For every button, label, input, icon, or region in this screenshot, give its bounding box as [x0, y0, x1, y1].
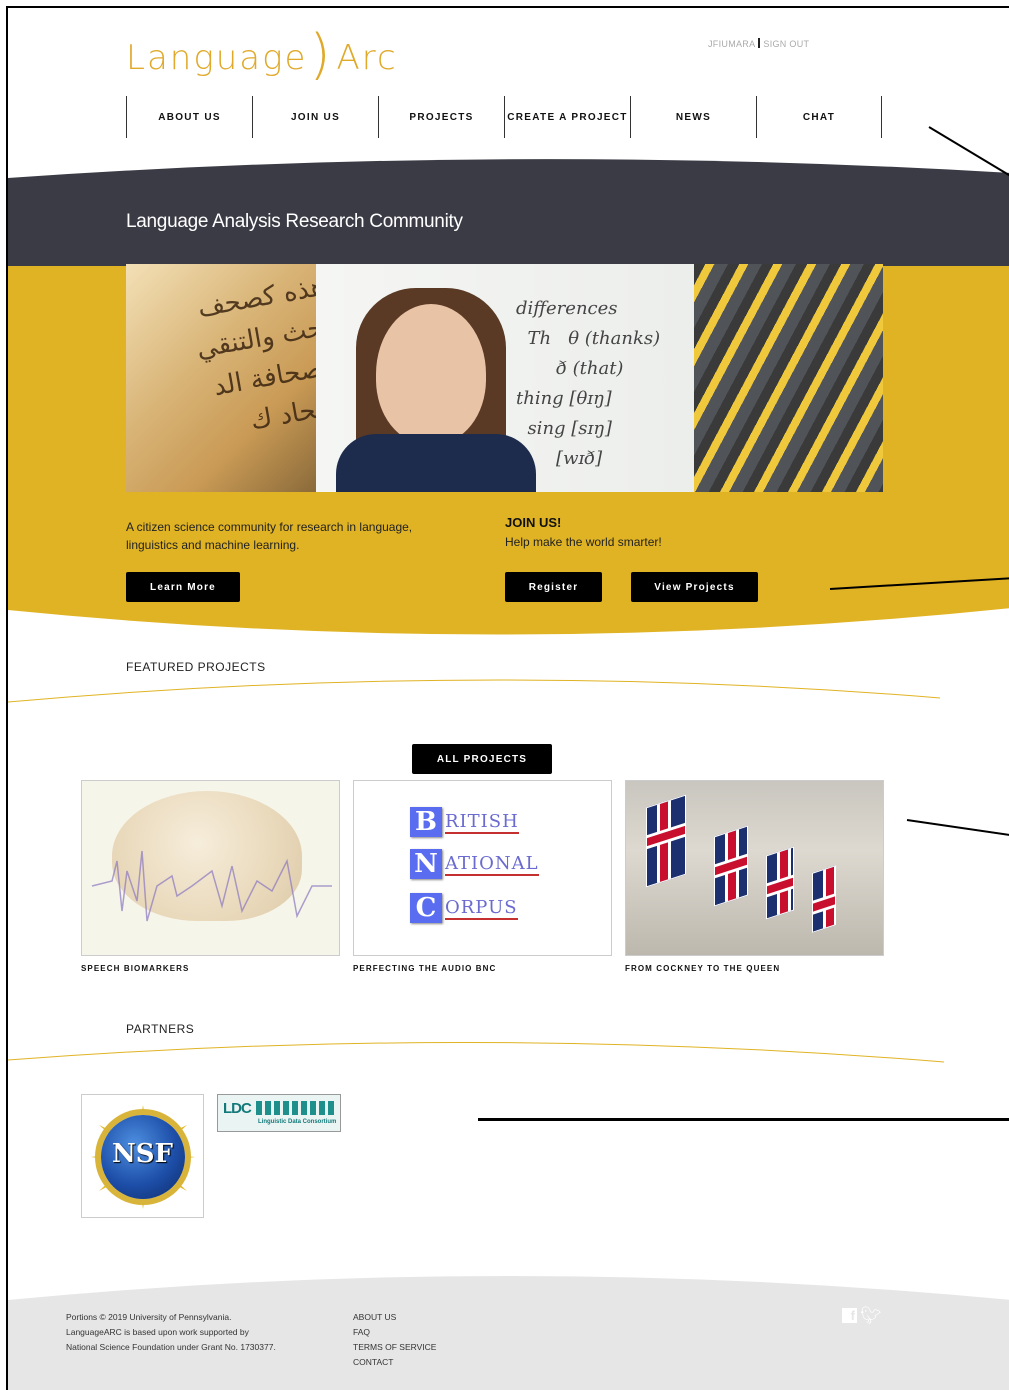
nsf-logo-text: NSF	[111, 1139, 173, 1169]
partners-divider	[8, 1041, 945, 1063]
user-bar-separator	[758, 38, 761, 48]
sign-out-link[interactable]: SIGN OUT	[763, 39, 809, 49]
crowd-crosswalk-image	[694, 264, 883, 492]
logo-text-arc: Arc	[336, 38, 398, 78]
join-us-heading: JOIN US!	[505, 515, 562, 530]
join-us-subtitle: Help make the world smarter!	[505, 535, 662, 549]
teacher-body-shape	[336, 434, 536, 492]
footer-links: ABOUT US FAQ TERMS OF SERVICE CONTACT	[353, 1310, 436, 1370]
all-projects-button[interactable]: ALL PROJECTS	[412, 744, 552, 774]
nav-create-project[interactable]: CREATE A PROJECT	[504, 96, 630, 138]
main-nav: ABOUT US JOIN US PROJECTS CREATE A PROJE…	[126, 96, 890, 138]
footer-link-terms[interactable]: TERMS OF SERVICE	[353, 1340, 436, 1355]
ldc-logo-mark: LDC	[223, 1100, 252, 1117]
project-card-speech-biomarkers[interactable]	[81, 780, 340, 956]
language-arc-logo[interactable]: Language ) Arc	[126, 23, 398, 86]
union-jack-flag	[714, 825, 748, 907]
ldc-logo-bars	[256, 1101, 336, 1115]
bnc-letter-c: C	[410, 893, 442, 923]
annotation-line	[906, 819, 1009, 837]
featured-projects-heading: FEATURED PROJECTS	[126, 660, 266, 674]
project-title-audio-bnc[interactable]: PERFECTING THE AUDIO BNC	[353, 964, 496, 973]
union-jack-flag	[812, 865, 836, 933]
whiteboard-text: differences Th θ (thanks) ð (that) thing…	[516, 298, 661, 469]
hero-description: A citizen science community for research…	[126, 520, 413, 552]
annotation-line	[478, 1118, 1009, 1121]
twitter-icon[interactable]: 🐦︎	[860, 1307, 882, 1324]
bnc-row-corpus: C ORPUS	[410, 893, 518, 923]
nav-join-us[interactable]: JOIN US	[252, 96, 378, 138]
nav-about-us[interactable]: ABOUT US	[126, 96, 252, 138]
bnc-rest-ational: ATIONAL	[445, 852, 539, 876]
social-icons: f 🐦︎	[842, 1307, 882, 1324]
username-link[interactable]: JFIUMARA	[708, 39, 755, 49]
bnc-rest-orpus: ORPUS	[445, 896, 518, 920]
nsf-partner-logo[interactable]: NSF	[81, 1094, 204, 1218]
facebook-icon[interactable]: f	[842, 1308, 857, 1323]
learn-more-button[interactable]: Learn More	[126, 572, 240, 602]
project-title-speech-biomarkers[interactable]: SPEECH BIOMARKERS	[81, 964, 190, 973]
brain-image	[82, 781, 339, 955]
page-frame: Language ) Arc JFIUMARA SIGN OUT ABOUT US…	[6, 6, 1009, 1390]
view-projects-button[interactable]: View Projects	[631, 572, 758, 602]
bnc-letter-n: N	[410, 849, 442, 879]
ldc-logo-subtitle: Linguistic Data Consortium	[258, 1119, 337, 1125]
footer-link-faq[interactable]: FAQ	[353, 1325, 436, 1340]
nav-news[interactable]: NEWS	[630, 96, 756, 138]
waveform-graphic	[91, 850, 332, 922]
user-bar: JFIUMARA SIGN OUT	[708, 38, 809, 49]
arabic-text-decoration: هذه كصحف بحث والتنقي الصحافة الد الاتحاد ك	[194, 271, 316, 437]
featured-divider	[8, 679, 941, 703]
union-jack-flags-image	[626, 781, 883, 955]
footer-link-contact[interactable]: CONTACT	[353, 1355, 436, 1370]
union-jack-flag	[766, 846, 794, 920]
footer-link-about-us[interactable]: ABOUT US	[353, 1310, 436, 1325]
teacher-face-shape	[376, 304, 486, 444]
union-jack-flag	[646, 794, 686, 888]
arabic-script-image: هذه كصحف بحث والتنقي الصحافة الد الاتحاد ك	[126, 264, 316, 492]
bnc-letter-b: B	[410, 807, 442, 837]
hero-title: Language Analysis Research Community	[126, 211, 463, 232]
teacher-image: differences Th θ (thanks) ð (that) thing…	[316, 264, 694, 492]
bnc-logo-image: B RITISH N ATIONAL C ORPUS	[354, 781, 611, 955]
bnc-row-british: B RITISH	[410, 807, 519, 837]
bnc-row-national: N ATIONAL	[410, 849, 539, 879]
logo-divider: )	[309, 23, 333, 86]
register-button[interactable]: Register	[505, 572, 602, 602]
footer-copyright: Portions © 2019 University of Pennsylvan…	[66, 1312, 276, 1352]
bnc-rest-ritish: RITISH	[445, 810, 519, 834]
nav-projects[interactable]: PROJECTS	[378, 96, 504, 138]
project-card-cockney-queen[interactable]	[625, 780, 884, 956]
project-card-audio-bnc[interactable]: B RITISH N ATIONAL C ORPUS	[353, 780, 612, 956]
logo-text-language: Language	[126, 38, 308, 78]
project-title-cockney-queen[interactable]: FROM COCKNEY TO THE QUEEN	[625, 964, 780, 973]
partners-heading: PARTNERS	[126, 1022, 195, 1036]
ldc-partner-logo[interactable]: LDC Linguistic Data Consortium	[217, 1094, 341, 1132]
nav-chat[interactable]: CHAT	[756, 96, 882, 138]
